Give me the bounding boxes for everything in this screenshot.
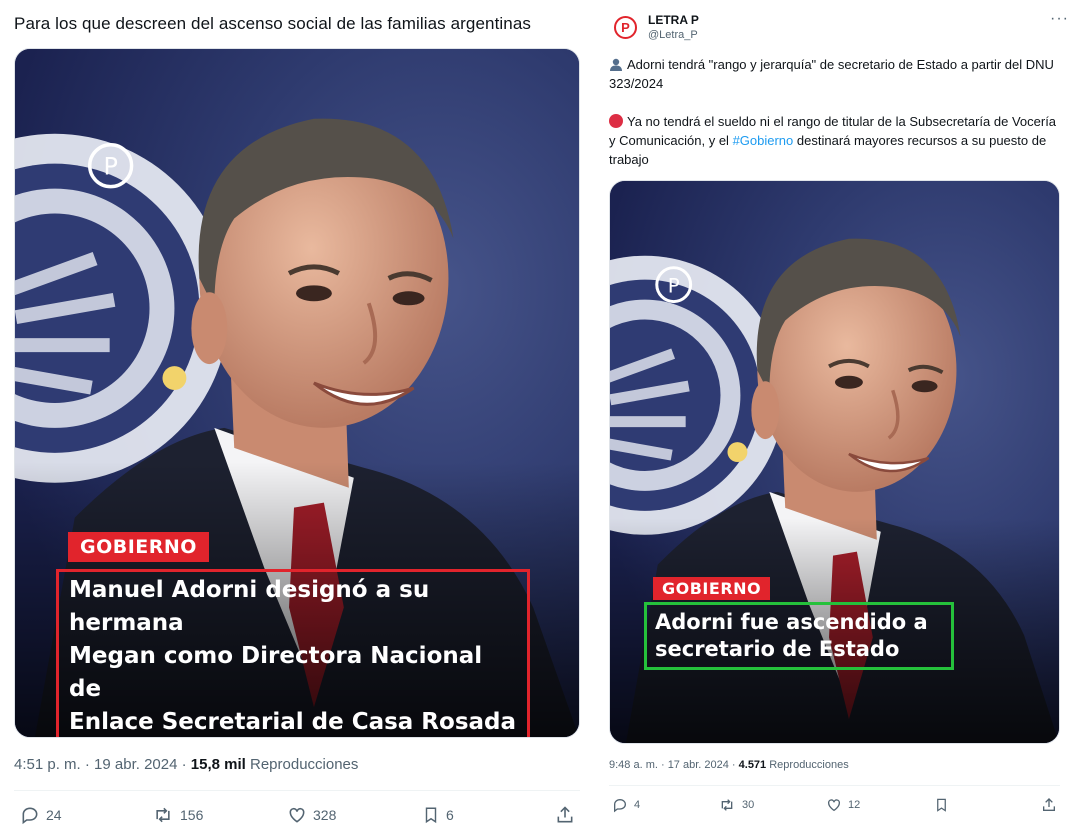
- action-bar: 4 30 12: [600, 795, 1088, 815]
- like-count: 12: [848, 799, 861, 811]
- divider: [14, 790, 580, 791]
- tweet-paragraph: Ya no tendrá el sueldo ni el rango de ti…: [609, 112, 1059, 169]
- reply-icon: [22, 807, 38, 825]
- right-tweet[interactable]: P LETRA P @Letra_P ··· Adorni tendrá "ra…: [600, 0, 1088, 831]
- more-options-icon[interactable]: ···: [1050, 10, 1069, 28]
- share-icon: [1043, 798, 1055, 811]
- avatar[interactable]: P: [614, 16, 637, 39]
- views-label: Reproducciones: [245, 756, 359, 773]
- like-icon: [289, 807, 305, 823]
- author-handle[interactable]: @Letra_P: [648, 29, 698, 41]
- tweet-meta: 9:48 a. m. · 17 abr. 2024 · 4.571 Reprod…: [609, 759, 849, 771]
- person-emoji-icon: [610, 58, 622, 71]
- share-button[interactable]: [555, 805, 575, 825]
- like-icon: [828, 799, 840, 812]
- repost-icon: [721, 799, 733, 811]
- tweet-line: Adorni tendrá "rango y jerarquía" de sec…: [609, 57, 1054, 91]
- tweet-meta: 4:51 p. m. · 19 abr. 2024 · 15,8 mil Rep…: [14, 756, 358, 773]
- headline-line: Enlace Secretarial de Casa Rosada: [69, 709, 517, 735]
- share-icon: [557, 806, 573, 823]
- bookmark-button[interactable]: [934, 797, 949, 813]
- repost-button[interactable]: 156: [152, 805, 203, 825]
- divider: [609, 785, 1060, 786]
- hashtag-link[interactable]: #Gobierno: [733, 133, 794, 148]
- tweet-media-image[interactable]: P GOBIERNO Adorni fue ascendido a secret…: [609, 180, 1060, 744]
- bookmark-button[interactable]: 6: [422, 805, 454, 825]
- author-name[interactable]: LETRA P: [648, 13, 699, 27]
- reply-count: 4: [634, 799, 641, 811]
- headline-line: Manuel Adorni designó a su hermana: [69, 577, 430, 636]
- repost-icon: [156, 807, 170, 823]
- like-count: 328: [313, 807, 337, 823]
- bookmark-count: 6: [446, 807, 454, 823]
- reply-count: 24: [46, 807, 62, 823]
- timestamp[interactable]: 4:51 p. m. · 19 abr. 2024 ·: [14, 756, 191, 773]
- tweet-paragraph: Adorni tendrá "rango y jerarquía" de sec…: [609, 55, 1059, 93]
- like-button[interactable]: 328: [287, 805, 336, 825]
- category-badge: GOBIERNO: [68, 532, 209, 562]
- watermark-logo: P: [668, 275, 680, 298]
- left-tweet[interactable]: Para los que descreen del ascenso social…: [0, 0, 598, 831]
- views-label: Reproducciones: [766, 759, 849, 771]
- views-count: 15,8 mil: [190, 756, 246, 773]
- headline-line: Adorni fue ascendido a: [655, 610, 928, 634]
- red-circle-emoji-icon: [609, 114, 623, 128]
- tweet-text: Para los que descreen del ascenso social…: [14, 14, 531, 33]
- like-button[interactable]: 12: [826, 797, 860, 813]
- reply-button[interactable]: 4: [612, 797, 640, 813]
- bookmark-icon: [937, 798, 946, 812]
- bookmark-icon: [425, 807, 437, 824]
- repost-button[interactable]: 30: [718, 797, 754, 813]
- tweet-text: Adorni tendrá "rango y jerarquía" de sec…: [609, 55, 1059, 169]
- reply-button[interactable]: 24: [20, 805, 62, 825]
- category-badge: GOBIERNO: [653, 577, 771, 600]
- media-headline: Manuel Adorni designó a su hermana Megan…: [56, 569, 530, 737]
- tweet-media-image[interactable]: P GOBIERNO Manuel Adorni designó a su he…: [14, 48, 580, 738]
- tweet-header: P LETRA P @Letra_P ···: [609, 10, 1069, 50]
- share-button[interactable]: [1041, 797, 1057, 813]
- headline-line: Megan como Directora Nacional de: [69, 643, 483, 702]
- views-count: 4.571: [738, 759, 767, 771]
- watermark-logo: P: [103, 153, 117, 181]
- timestamp[interactable]: 9:48 a. m. · 17 abr. 2024 ·: [609, 759, 739, 771]
- action-bar: 24 156 328 6: [0, 803, 598, 827]
- headline-line: secretario de Estado: [655, 637, 900, 661]
- repost-count: 30: [742, 799, 755, 811]
- repost-count: 156: [180, 807, 204, 823]
- media-headline: Adorni fue ascendido a secretario de Est…: [644, 602, 954, 670]
- reply-icon: [614, 798, 627, 813]
